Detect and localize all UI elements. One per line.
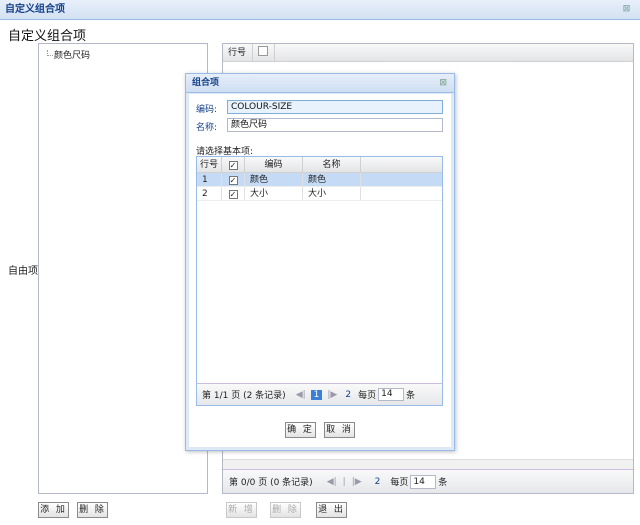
- page-size-input[interactable]: 14: [378, 388, 405, 401]
- new-button[interactable]: 新 增: [226, 502, 257, 518]
- base-items-pager: 第 1/1 页 (2 条记录) ◀| 1 |▶ 2 每页 14 条: [197, 383, 442, 405]
- row-name: 颜色: [303, 173, 361, 186]
- combination-dialog: 组合项 ⊠ 编码: COLOUR-SIZE 名称: 颜色尺码 请选择基本项: 行…: [185, 73, 455, 451]
- row-number: 1: [197, 173, 222, 186]
- ok-button[interactable]: 确 定: [285, 422, 316, 438]
- free-item-label: 自由项: [8, 266, 38, 277]
- pager-per-page-label: 每页: [390, 478, 409, 488]
- pager-unit-label: 条: [406, 391, 416, 401]
- dialog-title-bar[interactable]: 组合项 ⊠: [186, 74, 454, 93]
- exit-button[interactable]: 退 出: [316, 502, 347, 518]
- window-title: 自定义组合项: [5, 4, 65, 15]
- main-grid-pager: 第 0/0 页 (0 条记录) ◀| | |▶ 2 每页 14 条: [223, 469, 633, 493]
- first-page-icon[interactable]: ◀|: [327, 477, 337, 487]
- code-field[interactable]: COLOUR-SIZE: [227, 100, 443, 114]
- name-field[interactable]: 颜色尺码: [227, 118, 443, 132]
- grid-delete-button[interactable]: 删 除: [270, 502, 301, 518]
- pager-page-link[interactable]: 2: [345, 390, 351, 400]
- next-page-icon[interactable]: |▶: [327, 390, 337, 400]
- tree-panel: 颜色尺码: [38, 43, 208, 494]
- column-header-name[interactable]: 名称: [303, 157, 361, 172]
- pager-page-link[interactable]: 2: [375, 477, 381, 487]
- base-items-grid-header: 行号 ✓ 编码 名称: [197, 157, 442, 173]
- row-name: 大小: [303, 187, 361, 200]
- pager-per-page-label: 每页: [358, 391, 377, 401]
- pager-page-info: 第 0/0 页 (0 条记录): [229, 478, 313, 488]
- first-page-icon[interactable]: ◀|: [296, 390, 306, 400]
- row-code: 颜色: [245, 173, 303, 186]
- select-all-checkbox[interactable]: ✓: [228, 161, 238, 170]
- cancel-button[interactable]: 取 消: [324, 422, 355, 438]
- dialog-title: 组合项: [192, 78, 220, 88]
- add-button[interactable]: 添 加: [38, 502, 69, 518]
- pager-page-info: 第 1/1 页 (2 条记录): [202, 391, 286, 401]
- column-header-select-all[interactable]: [253, 44, 275, 61]
- prev-page-icon[interactable]: |: [343, 477, 346, 487]
- page-size-input[interactable]: 14: [410, 474, 437, 489]
- tree-connector-icon: [47, 50, 53, 56]
- table-row[interactable]: 1 ✓ 颜色 颜色: [197, 173, 442, 187]
- tree-node-colour-size[interactable]: 颜色尺码: [47, 48, 90, 61]
- dialog-close-icon[interactable]: ⊠: [439, 74, 447, 93]
- main-grid-header: 行号: [223, 44, 633, 62]
- checkbox-checked-icon[interactable]: ✓: [228, 190, 238, 199]
- column-header-select[interactable]: ✓: [222, 157, 245, 172]
- delete-button[interactable]: 删 除: [77, 502, 108, 518]
- row-checkbox[interactable]: ✓: [222, 173, 245, 186]
- code-label: 编码:: [196, 105, 218, 115]
- window-close-icon[interactable]: ⊠: [621, 4, 632, 15]
- tree-node-label: 颜色尺码: [54, 51, 91, 61]
- select-all-checkbox[interactable]: [258, 46, 268, 56]
- pager-unit-label: 条: [438, 478, 448, 488]
- window-title-bar: 自定义组合项 ⊠: [0, 0, 640, 20]
- pager-active-page[interactable]: 1: [310, 389, 323, 400]
- column-header-code[interactable]: 编码: [245, 157, 303, 172]
- page-title: 自定义组合项: [8, 29, 87, 44]
- next-page-icon[interactable]: |▶: [352, 477, 362, 487]
- base-items-grid: 行号 ✓ 编码 名称 1 ✓ 颜色 颜色 2 ✓ 大小 大小 第 1/1 页 (…: [196, 156, 443, 406]
- horizontal-scrollbar[interactable]: [223, 459, 633, 469]
- column-header-rownum: 行号: [223, 44, 253, 61]
- row-code: 大小: [245, 187, 303, 200]
- row-checkbox[interactable]: ✓: [222, 187, 245, 200]
- table-row[interactable]: 2 ✓ 大小 大小: [197, 187, 442, 201]
- column-header-rownum: 行号: [197, 157, 222, 172]
- name-label: 名称:: [196, 123, 218, 133]
- row-number: 2: [197, 187, 222, 200]
- checkbox-checked-icon[interactable]: ✓: [228, 176, 238, 185]
- dialog-body: 编码: COLOUR-SIZE 名称: 颜色尺码 请选择基本项: 行号 ✓ 编码…: [189, 94, 451, 447]
